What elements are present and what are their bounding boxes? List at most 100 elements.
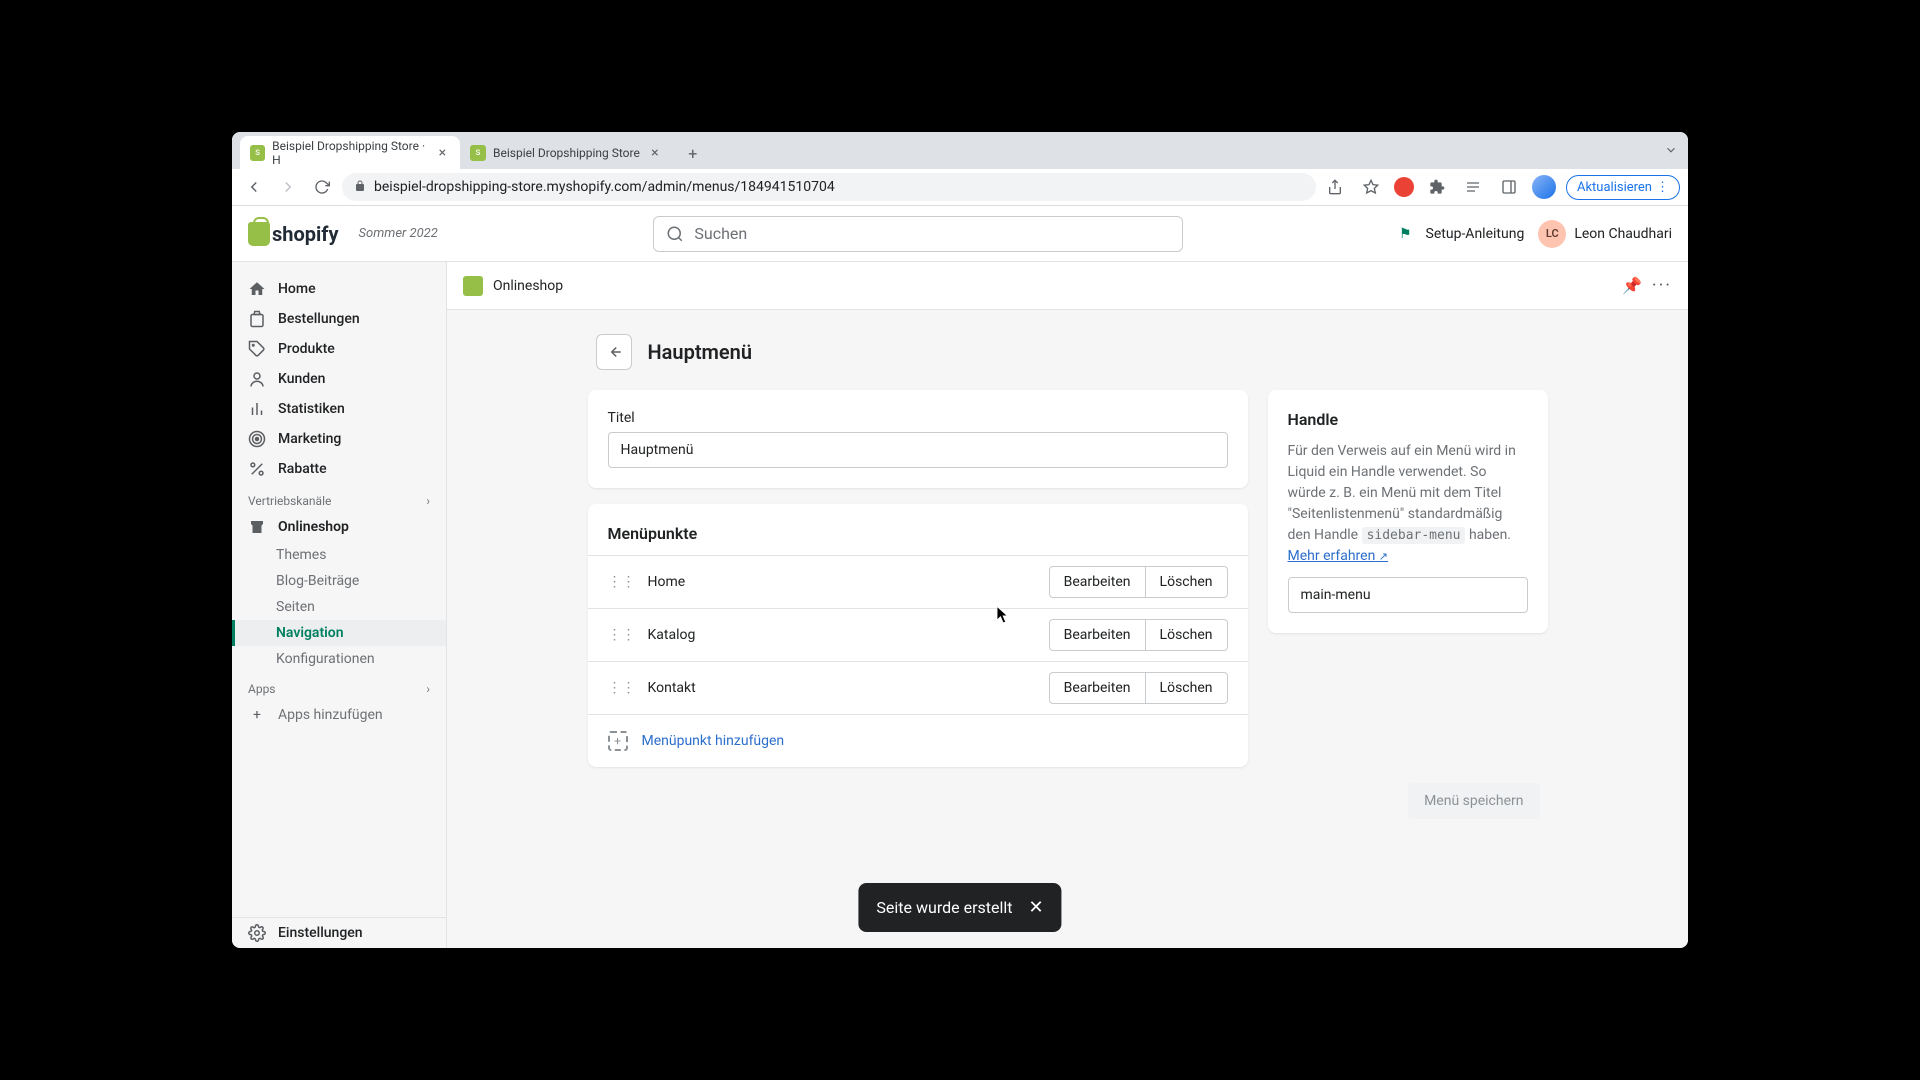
browser-tab-strip: s Beispiel Dropshipping Store · H × s Be…: [232, 132, 1688, 169]
menu-item-label: Katalog: [648, 627, 1037, 643]
extension-badge-icon[interactable]: [1394, 177, 1414, 197]
handle-card: Handle Für den Verweis auf ein Menü wird…: [1268, 390, 1548, 633]
shopify-logo[interactable]: shopify: [248, 222, 339, 246]
tab-title: Beispiel Dropshipping Store: [493, 146, 640, 160]
menu-row: ⋮⋮ Kontakt Bearbeiten Löschen: [588, 661, 1248, 714]
sidebar-item-onlineshop[interactable]: Onlineshop: [232, 512, 446, 542]
sidebar-item-customers[interactable]: Kunden: [232, 364, 446, 394]
content-topbar: Onlineshop 📌 ···: [447, 262, 1688, 310]
edit-button[interactable]: Bearbeiten: [1049, 619, 1146, 651]
sidebar-item-marketing[interactable]: Marketing: [232, 424, 446, 454]
sidebar-item-discounts[interactable]: Rabatte: [232, 454, 446, 484]
user-menu[interactable]: LC Leon Chaudhari: [1538, 220, 1672, 248]
reload-icon[interactable]: [308, 173, 336, 201]
chart-icon: [248, 400, 266, 418]
external-link-icon: ↗: [1379, 550, 1388, 563]
menu-items-card: Menüpunkte ⋮⋮ Home Bearbeiten Löschen: [588, 504, 1248, 767]
sidebar-item-orders[interactable]: Bestellungen: [232, 304, 446, 334]
save-menu-button[interactable]: Menü speichern: [1408, 783, 1539, 819]
more-icon[interactable]: ···: [1652, 275, 1672, 296]
drag-handle-icon[interactable]: ⋮⋮: [608, 627, 636, 643]
menupoints-title: Menüpunkte: [588, 504, 1248, 555]
toast-message: Seite wurde erstellt: [876, 898, 1012, 917]
tabs-dropdown-icon[interactable]: [1664, 142, 1678, 161]
sidebar-section-channels: Vertriebskanäle ›: [232, 484, 446, 512]
profile-avatar[interactable]: [1532, 175, 1556, 199]
shopify-favicon: s: [250, 145, 265, 161]
shopify-favicon: s: [470, 145, 486, 161]
target-icon: [248, 430, 266, 448]
share-icon[interactable]: [1322, 174, 1348, 200]
shopify-bag-icon: [248, 222, 270, 246]
onlineshop-icon: [463, 276, 483, 296]
titel-input[interactable]: [608, 432, 1228, 468]
toast-notification: Seite wurde erstellt ✕: [858, 883, 1061, 932]
sidebar-sub-blog[interactable]: Blog-Beiträge: [232, 568, 446, 594]
menu-item-label: Home: [648, 574, 1037, 590]
edit-button[interactable]: Bearbeiten: [1049, 672, 1146, 704]
browser-tab[interactable]: s Beispiel Dropshipping Store ×: [460, 136, 673, 169]
close-icon[interactable]: ×: [435, 145, 450, 161]
brand-text: shopify: [272, 222, 339, 246]
star-icon[interactable]: [1358, 174, 1384, 200]
close-icon[interactable]: ×: [647, 145, 663, 161]
delete-button[interactable]: Löschen: [1146, 672, 1228, 704]
sidebar-item-settings[interactable]: Einstellungen: [232, 918, 446, 948]
nav-label: Rabatte: [278, 461, 327, 477]
reading-list-icon[interactable]: [1460, 174, 1486, 200]
more-icon: ⋮: [1656, 180, 1669, 195]
topbar-title: Onlineshop: [493, 278, 1612, 294]
sidebar: Home Bestellungen Produkte Kunden Statis…: [232, 262, 447, 948]
nav-label: Marketing: [278, 431, 341, 447]
drag-handle-icon[interactable]: ⋮⋮: [608, 680, 636, 696]
pin-icon[interactable]: 📌: [1622, 276, 1642, 295]
main-content: Onlineshop 📌 ··· Hauptmenü Titel: [447, 262, 1688, 948]
url-input[interactable]: beispiel-dropshipping-store.myshopify.co…: [342, 173, 1316, 201]
edit-button[interactable]: Bearbeiten: [1049, 566, 1146, 598]
plus-dashed-icon: +: [608, 731, 628, 751]
user-avatar: LC: [1538, 220, 1566, 248]
sidebar-item-add-apps[interactable]: +Apps hinzufügen: [232, 700, 446, 730]
sidepanel-icon[interactable]: [1496, 174, 1522, 200]
chevron-right-icon[interactable]: ›: [426, 682, 430, 696]
chevron-right-icon[interactable]: ›: [426, 494, 430, 508]
new-tab-button[interactable]: +: [679, 139, 707, 167]
sidebar-sub-themes[interactable]: Themes: [232, 542, 446, 568]
nav-label: Einstellungen: [278, 925, 363, 941]
sidebar-sub-config[interactable]: Konfigurationen: [232, 646, 446, 672]
sidebar-item-analytics[interactable]: Statistiken: [232, 394, 446, 424]
title-card: Titel: [588, 390, 1248, 488]
nav-label: Statistiken: [278, 401, 345, 417]
back-icon[interactable]: [240, 173, 268, 201]
setup-link[interactable]: Setup-Anleitung: [1426, 226, 1525, 242]
tab-title: Beispiel Dropshipping Store · H: [272, 139, 428, 167]
tag-icon: [248, 340, 266, 358]
update-button[interactable]: Aktualisieren ⋮: [1566, 175, 1680, 200]
flag-icon: ⚑: [1399, 226, 1412, 242]
browser-toolbar: beispiel-dropshipping-store.myshopify.co…: [232, 169, 1688, 206]
sidebar-sub-navigation[interactable]: Navigation: [232, 620, 446, 646]
back-button[interactable]: [596, 334, 632, 370]
home-icon: [248, 280, 266, 298]
extensions-icon[interactable]: [1424, 174, 1450, 200]
nav-label: Bestellungen: [278, 311, 360, 327]
browser-tab-active[interactable]: s Beispiel Dropshipping Store · H ×: [240, 136, 460, 169]
delete-button[interactable]: Löschen: [1146, 566, 1228, 598]
app-header: shopify Sommer 2022 Suchen ⚑ Setup-Anlei…: [232, 206, 1688, 262]
handle-input[interactable]: [1288, 577, 1528, 613]
learn-more-link[interactable]: Mehr erfahren ↗: [1288, 548, 1389, 564]
drag-handle-icon[interactable]: ⋮⋮: [608, 574, 636, 590]
sidebar-item-home[interactable]: Home: [232, 274, 446, 304]
orders-icon: [248, 310, 266, 328]
season-badge: Sommer 2022: [359, 226, 438, 241]
user-name: Leon Chaudhari: [1574, 226, 1672, 242]
lock-icon: [354, 180, 366, 195]
search-placeholder: Suchen: [694, 224, 747, 243]
forward-icon[interactable]: [274, 173, 302, 201]
close-icon[interactable]: ✕: [1028, 897, 1043, 918]
search-input[interactable]: Suchen: [653, 216, 1183, 252]
sidebar-item-products[interactable]: Produkte: [232, 334, 446, 364]
add-menu-item-button[interactable]: + Menüpunkt hinzufügen: [588, 714, 1248, 767]
sidebar-sub-pages[interactable]: Seiten: [232, 594, 446, 620]
delete-button[interactable]: Löschen: [1146, 619, 1228, 651]
